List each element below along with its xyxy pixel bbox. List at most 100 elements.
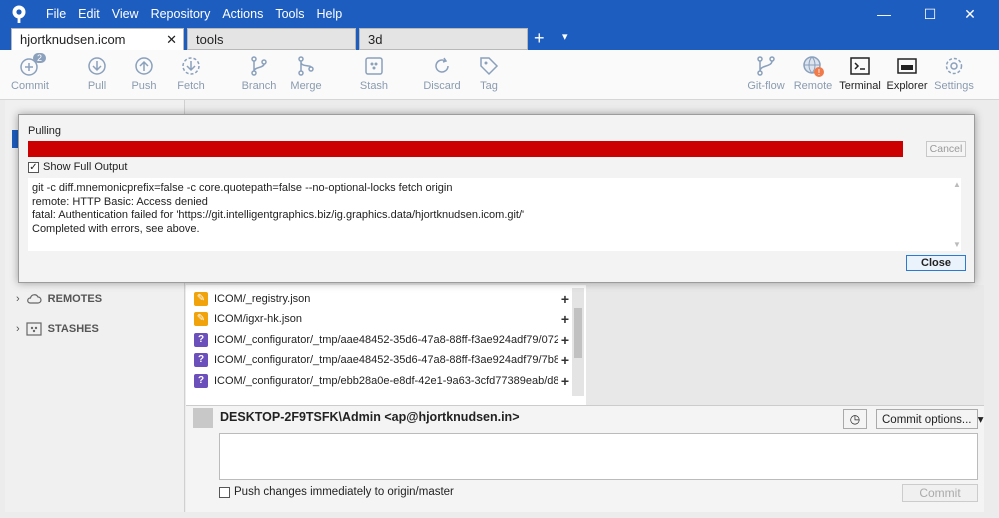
stage-plus-icon[interactable]: + [558, 311, 572, 327]
tab-label: tools [196, 32, 224, 47]
list-item[interactable]: ? ICOM/_configurator/_tmp/ebb28a0e-e8df-… [186, 371, 572, 391]
remote-globe-icon: ! [803, 56, 824, 77]
pulling-dialog: Pulling Cancel ✓ Show Full Output git -c… [18, 114, 975, 283]
add-tab-button[interactable]: + [534, 28, 552, 50]
tag-icon [480, 57, 499, 76]
fetch-label: Fetch [177, 80, 205, 92]
tab-hjortknudsen[interactable]: hjortknudsen.icom ✕ [11, 28, 184, 50]
file-name: ICOM/_configurator/_tmp/ebb28a0e-e8df-42… [214, 375, 558, 387]
show-full-output-label: Show Full Output [43, 161, 128, 173]
push-immediately-checkbox[interactable] [219, 486, 230, 498]
show-full-output-option[interactable]: ✓ Show Full Output [28, 161, 127, 173]
file-list-scrollbar[interactable] [572, 288, 584, 396]
tab-label: hjortknudsen.icom [20, 32, 126, 47]
menu-actions[interactable]: Actions [216, 7, 269, 21]
merge-icon [298, 56, 314, 76]
push-icon [135, 57, 153, 75]
terminal-label: Terminal [839, 80, 881, 92]
title-bar: File Edit View Repository Actions Tools … [0, 0, 999, 28]
stash-button[interactable]: Stash [344, 54, 404, 92]
terminal-icon [850, 57, 870, 75]
sidebar-label: REMOTES [47, 293, 103, 305]
commit-label: Commit [11, 80, 49, 92]
chevron-right-icon: › [16, 293, 20, 305]
commit-message-input[interactable] [219, 433, 978, 480]
explorer-label: Explorer [886, 80, 928, 92]
progress-bar [28, 141, 903, 157]
merge-button[interactable]: Merge [276, 54, 336, 92]
chevron-down-icon: ▾ [977, 414, 984, 426]
branch-label: Branch [241, 80, 277, 92]
stage-plus-icon[interactable]: + [558, 352, 572, 368]
stash-label: Stash [359, 80, 389, 92]
svg-text:!: ! [817, 68, 820, 77]
push-immediately-label: Push changes immediately to origin/maste… [234, 486, 454, 498]
pull-icon [88, 57, 106, 75]
output-line: git -c diff.mnemonicprefix=false -c core… [32, 182, 453, 194]
commit-button[interactable]: 2 Commit [0, 53, 60, 92]
file-name: ICOM/igxr-hk.json [214, 313, 303, 325]
menu-help[interactable]: Help [311, 7, 349, 21]
menu-tools[interactable]: Tools [269, 7, 310, 21]
diff-pane [586, 285, 984, 405]
output-line: remote: HTTP Basic: Access denied [32, 195, 208, 208]
settings-button[interactable]: Settings [924, 54, 984, 92]
sidebar-item-stashes[interactable]: › STASHES [16, 319, 99, 339]
list-item[interactable]: ✎ ICOM/_registry.json + [186, 289, 572, 309]
discard-icon [435, 57, 449, 73]
untracked-icon: ? [194, 374, 208, 388]
menu-edit[interactable]: Edit [72, 7, 106, 21]
stage-plus-icon[interactable]: + [558, 332, 572, 348]
branch-icon [251, 56, 267, 76]
toolbar: 2 Commit Pull Push Fetch Branch Merge St… [0, 50, 999, 100]
list-item[interactable]: ✎ ICOM/igxr-hk.json + [186, 309, 572, 329]
discard-label: Discard [423, 80, 461, 92]
tab-menu-icon[interactable]: ▾ [562, 30, 568, 43]
tab-close-icon[interactable]: ✕ [166, 32, 177, 48]
commit-options-dropdown[interactable]: Commit options... ▾ [876, 409, 983, 429]
untracked-icon: ? [194, 353, 208, 367]
commit-submit-button[interactable]: Commit [902, 484, 978, 502]
chevron-right-icon: › [16, 323, 20, 335]
gear-icon [945, 57, 963, 75]
tag-button[interactable]: Tag [459, 54, 519, 92]
tab-tools[interactable]: tools [187, 28, 356, 50]
dialog-title: Pulling [28, 125, 62, 137]
menu-view[interactable]: View [106, 7, 145, 21]
output-scrollbar[interactable]: ▲ ▼ [952, 178, 961, 251]
stage-plus-icon[interactable]: + [558, 291, 572, 307]
output-line: fatal: Authentication failed for 'https:… [32, 209, 525, 221]
tag-label: Tag [480, 80, 498, 92]
close-button[interactable]: Close [906, 255, 966, 271]
remote-label: Remote [793, 80, 833, 92]
file-name: ICOM/_configurator/_tmp/aae48452-35d6-47… [214, 354, 558, 366]
menu-file[interactable]: File [40, 7, 72, 21]
sidebar-item-remotes[interactable]: › REMOTES [16, 289, 102, 309]
list-item[interactable]: ? ICOM/_configurator/_tmp/aae48452-35d6-… [186, 350, 572, 370]
file-name: ICOM/_configurator/_tmp/aae48452-35d6-47… [214, 334, 558, 346]
explorer-icon [897, 58, 917, 74]
fetch-button[interactable]: Fetch [161, 54, 221, 92]
gitflow-icon [757, 56, 775, 76]
stage-plus-icon[interactable]: + [558, 373, 572, 389]
tab-3d[interactable]: 3d [359, 28, 528, 50]
list-item[interactable]: ? ICOM/_configurator/_tmp/aae48452-35d6-… [186, 330, 572, 350]
cloud-icon [26, 294, 42, 304]
file-name: ICOM/_registry.json [214, 293, 311, 305]
output-log[interactable]: git -c diff.mnemonicprefix=false -c core… [28, 178, 961, 251]
menu-repository[interactable]: Repository [145, 7, 217, 21]
cancel-button[interactable]: Cancel [926, 141, 966, 157]
fetch-icon [182, 57, 200, 75]
output-line: Completed with errors, see above. [32, 222, 200, 235]
stash-icon [365, 57, 383, 75]
history-clock-icon[interactable]: ◷ [843, 409, 867, 429]
settings-label: Settings [934, 80, 974, 92]
push-immediately-option[interactable]: Push changes immediately to origin/maste… [219, 486, 454, 498]
minimize-button[interactable]: — [861, 0, 907, 28]
menu-bar: File Edit View Repository Actions Tools … [40, 0, 348, 28]
pull-label: Pull [87, 80, 107, 92]
close-window-button[interactable]: ✕ [947, 0, 993, 28]
show-full-output-checkbox[interactable]: ✓ [28, 161, 39, 173]
tab-label: 3d [368, 32, 383, 47]
merge-label: Merge [290, 80, 322, 92]
